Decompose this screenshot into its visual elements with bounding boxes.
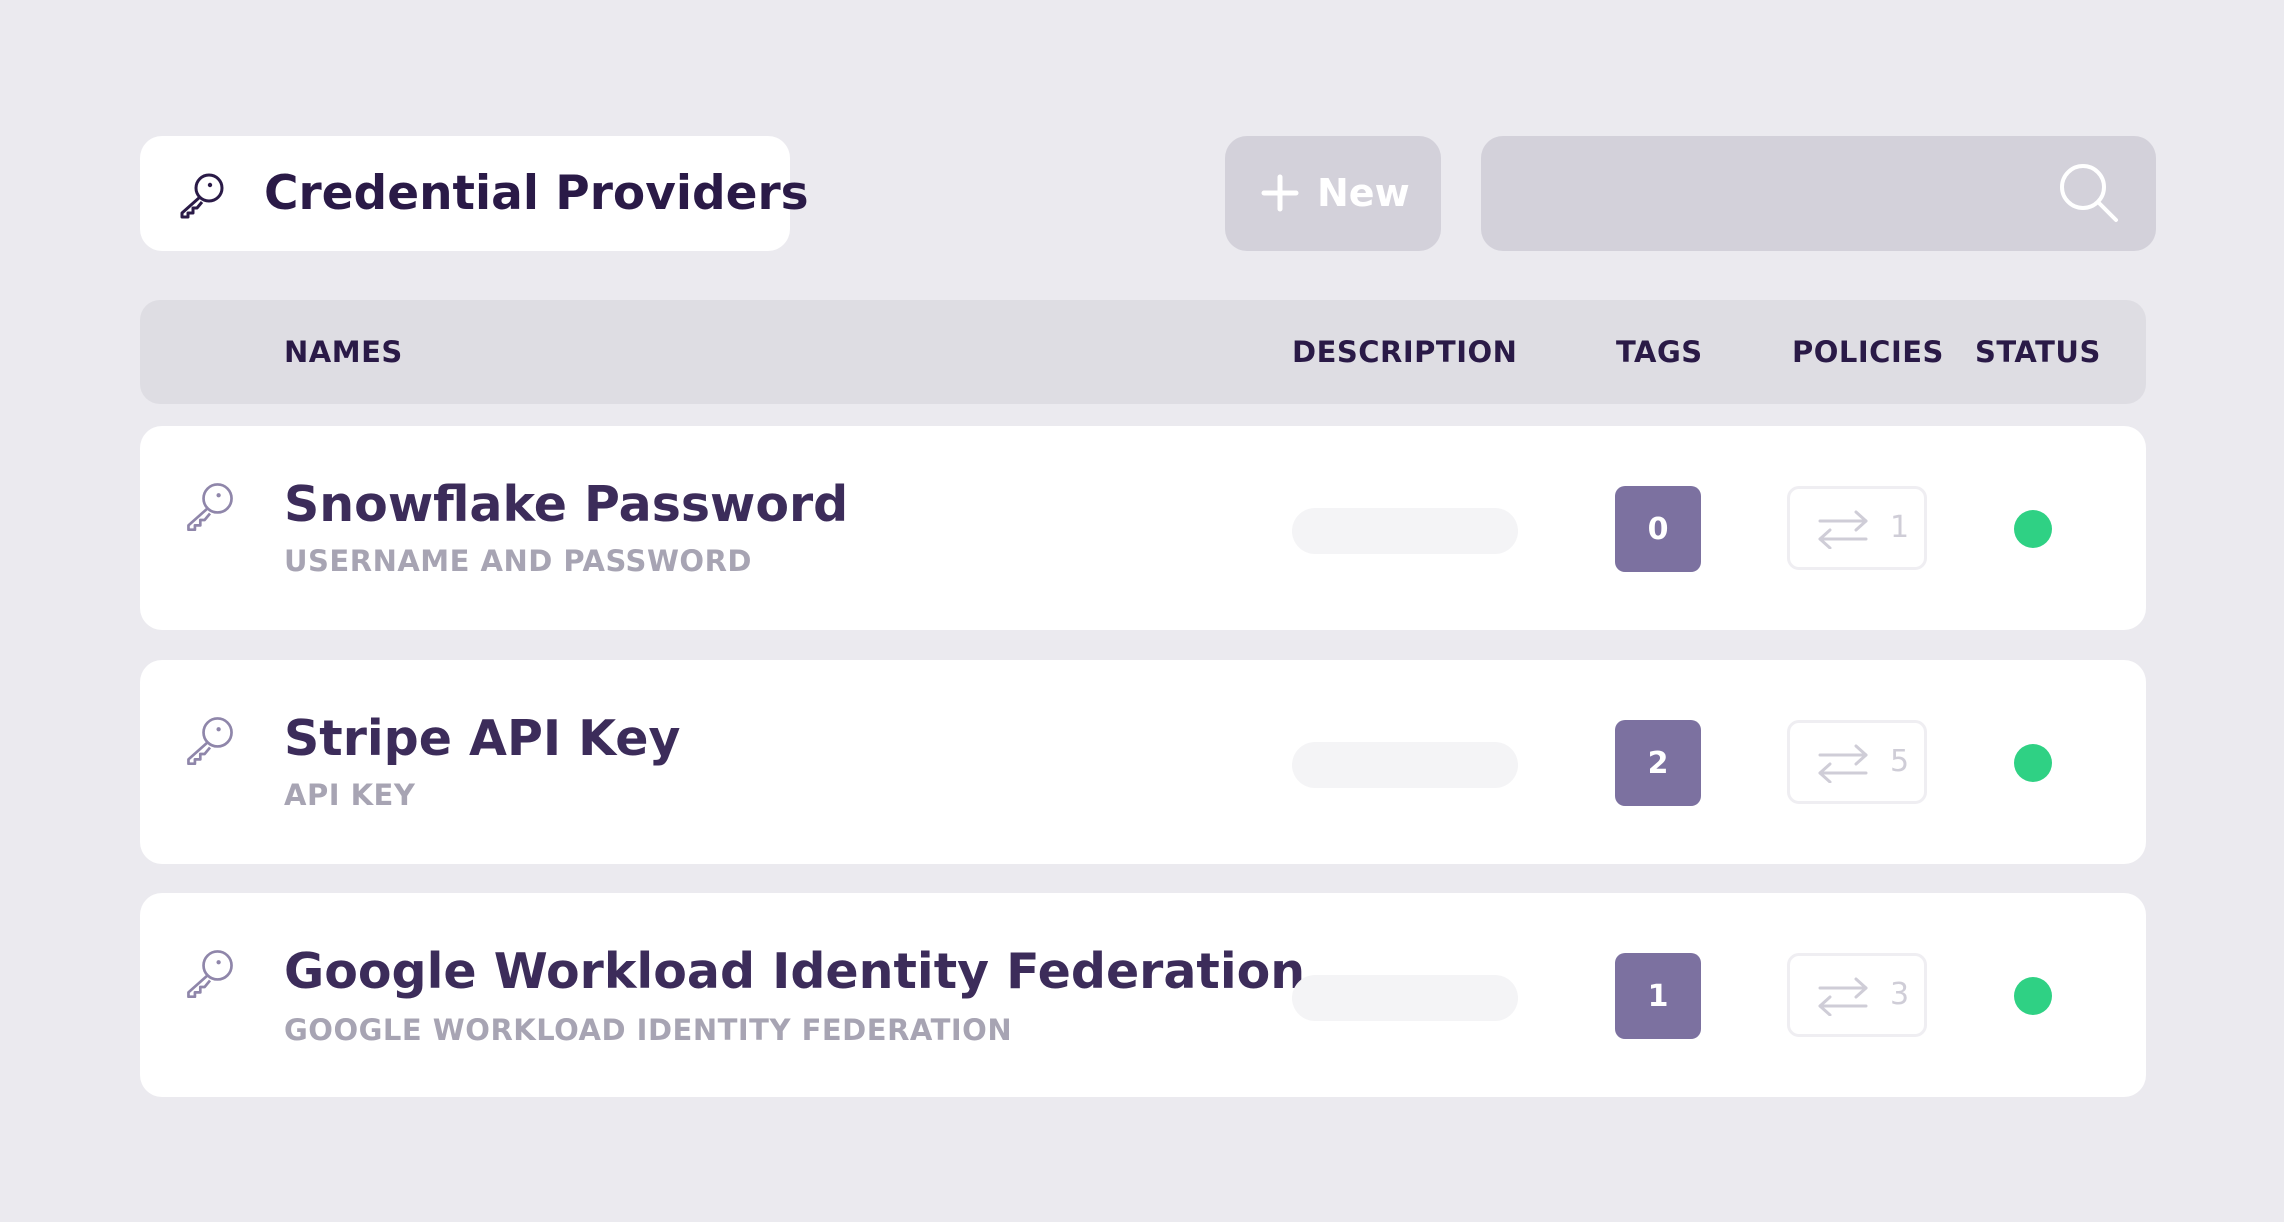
status-indicator [2014,510,2052,548]
tags-count-badge[interactable]: 1 [1615,953,1701,1039]
tags-count-badge[interactable]: 2 [1615,720,1701,806]
column-header-tags[interactable]: TAGS [1616,300,1703,404]
credential-name[interactable]: Stripe API Key [284,710,680,767]
policies-count-value: 3 [1890,977,1910,1012]
column-header-status[interactable]: STATUS [1975,300,2101,404]
swap-arrows-icon [1818,977,1868,1016]
key-icon [187,717,233,766]
table-row[interactable]: Snowflake Password USERNAME AND PASSWORD… [140,426,2146,630]
tags-count-badge[interactable]: 0 [1615,486,1701,572]
credential-providers-page: Credential Providers New NAMES DESCRIPTI… [0,0,2284,1222]
table-row[interactable]: Google Workload Identity Federation GOOG… [140,893,2146,1097]
key-icon [187,483,233,532]
search-input[interactable] [1511,161,2055,228]
credential-name[interactable]: Snowflake Password [284,476,848,533]
policies-count[interactable]: 1 [1787,486,1927,570]
column-header-names[interactable]: NAMES [284,300,403,404]
policies-count[interactable]: 3 [1787,953,1927,1037]
credential-type: USERNAME AND PASSWORD [284,544,752,578]
table-row[interactable]: Stripe API Key API KEY 2 5 [140,660,2146,864]
description-placeholder [1292,742,1518,788]
column-header-description[interactable]: DESCRIPTION [1292,300,1517,404]
key-icon [187,950,233,999]
description-placeholder [1292,975,1518,1021]
plus-icon [1261,174,1299,212]
page-title-card: Credential Providers [140,136,809,251]
status-indicator [2014,977,2052,1015]
policies-count-value: 1 [1890,510,1910,545]
swap-arrows-icon [1818,510,1868,549]
credential-name[interactable]: Google Workload Identity Federation [284,943,1305,1000]
search-box [1481,136,2156,251]
status-indicator [2014,744,2052,782]
key-icon [180,173,224,219]
page-title: Credential Providers [264,166,809,221]
credential-type: API KEY [284,778,416,812]
swap-arrows-icon [1818,744,1868,783]
table-header: NAMES DESCRIPTION TAGS POLICIES STATUS [140,300,2146,404]
policies-count-value: 5 [1890,744,1910,779]
description-placeholder [1292,508,1518,554]
search-icon[interactable] [2058,162,2120,224]
new-button[interactable]: New [1225,136,1441,251]
credential-type: GOOGLE WORKLOAD IDENTITY FEDERATION [284,1013,1013,1047]
new-button-label: New [1317,171,1410,215]
column-header-policies[interactable]: POLICIES [1792,300,1944,404]
policies-count[interactable]: 5 [1787,720,1927,804]
